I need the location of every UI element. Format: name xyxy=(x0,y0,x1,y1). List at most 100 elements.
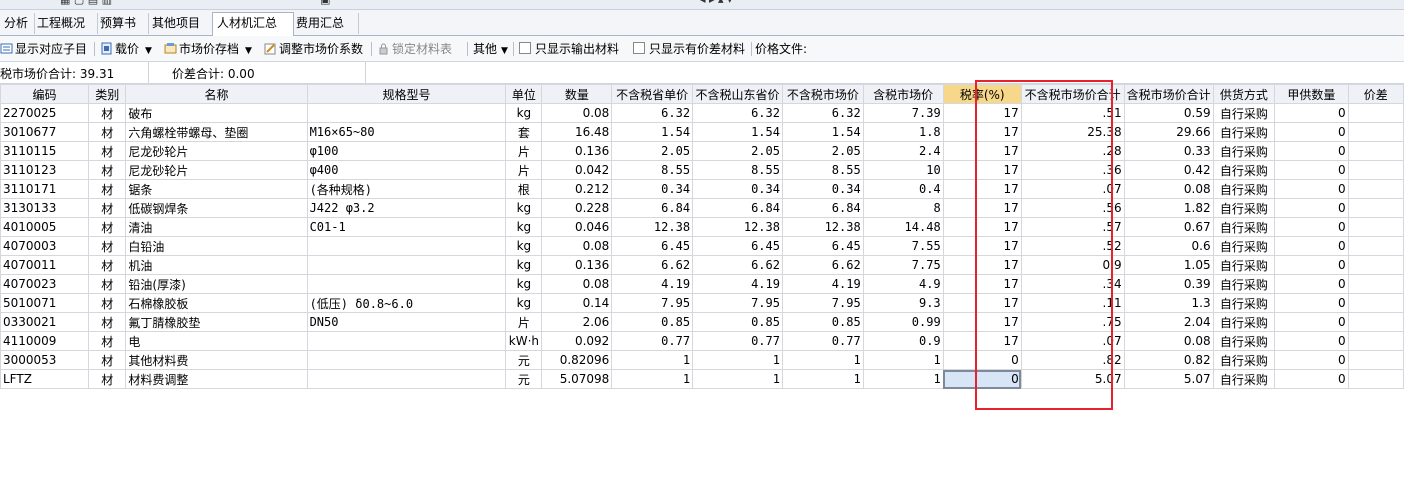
table-cell[interactable]: 6.32 xyxy=(781,103,864,123)
column-header[interactable]: 不含税省单价 xyxy=(611,84,694,104)
table-cell[interactable]: 1 xyxy=(781,350,864,370)
table-cell[interactable] xyxy=(306,350,507,370)
table-row[interactable]: 4070003 材白铅油 kg 0.08 6.45 6.45 6.45 7.55 17.52 0.… xyxy=(0,236,1404,256)
table-cell[interactable]: 8.55 xyxy=(781,160,864,180)
table-cell[interactable]: .28 xyxy=(1020,141,1125,161)
table-cell[interactable]: 1 xyxy=(611,369,694,389)
table-cell[interactable]: 六角螺栓带螺母、垫圈 xyxy=(125,122,308,142)
table-cell[interactable]: 0.042 xyxy=(541,160,613,180)
table-cell[interactable]: 材 xyxy=(87,274,127,294)
table-cell[interactable]: 4110009 xyxy=(0,331,89,351)
table-cell[interactable]: J422 φ3.2 xyxy=(306,198,507,218)
table-cell[interactable]: 1.3 xyxy=(1123,293,1214,313)
table-cell[interactable]: 8 xyxy=(862,198,944,218)
lock-table-button[interactable]: 锁定材料表 xyxy=(377,40,452,58)
table-cell[interactable]: 材 xyxy=(87,331,127,351)
table-cell[interactable]: 17 xyxy=(942,217,1022,237)
table-cell[interactable]: 0.42 xyxy=(1123,160,1214,180)
other-menu-button[interactable]: 其他 ▼ xyxy=(473,40,508,58)
table-cell[interactable]: 自行采购 xyxy=(1212,312,1276,332)
table-cell[interactable]: 材 xyxy=(87,122,127,142)
table-row[interactable]: 4110009 材电 kW·h 0.092 0.77 0.77 0.77 0.9 17.07 0.… xyxy=(0,331,1404,351)
table-cell[interactable]: 0.9 xyxy=(1020,255,1125,275)
table-cell[interactable]: 0 xyxy=(1274,103,1349,123)
table-cell[interactable]: 破布 xyxy=(125,103,308,123)
table-row[interactable]: 3010677 材六角螺栓带螺母、垫圈 M16×65~80 套 16.48 1.54 1.5… xyxy=(0,122,1404,142)
table-cell[interactable]: 2.06 xyxy=(541,312,613,332)
table-cell[interactable]: 25.38 xyxy=(1020,122,1125,142)
table-cell[interactable]: 5.07 xyxy=(1020,369,1125,389)
table-cell[interactable]: 0 xyxy=(942,350,1022,370)
table-cell[interactable]: 1 xyxy=(862,369,944,389)
table-cell[interactable]: 材 xyxy=(87,236,127,256)
table-cell[interactable]: 0.08 xyxy=(541,274,613,294)
table-cell[interactable]: 3110123 xyxy=(0,160,89,180)
table-cell[interactable]: 自行采购 xyxy=(1212,141,1276,161)
table-cell[interactable] xyxy=(1347,141,1404,161)
table-row[interactable]: 3110171 材锯条 (各种规格) 根 0.212 0.34 0.34 0.34 0.4 17.… xyxy=(0,179,1404,199)
column-header[interactable]: 不含税市场价 xyxy=(781,84,864,104)
table-cell[interactable]: 7.55 xyxy=(862,236,944,256)
table-cell[interactable]: .57 xyxy=(1020,217,1125,237)
table-cell[interactable]: 锯条 xyxy=(125,179,308,199)
table-cell[interactable]: 机油 xyxy=(125,255,308,275)
table-cell[interactable]: 材 xyxy=(87,369,127,389)
table-cell[interactable] xyxy=(1347,179,1404,199)
table-cell[interactable]: 片 xyxy=(505,141,543,161)
table-cell[interactable]: kg xyxy=(505,236,543,256)
table-cell[interactable] xyxy=(1347,236,1404,256)
table-cell[interactable]: 0 xyxy=(1274,331,1349,351)
table-cell[interactable]: 材 xyxy=(87,312,127,332)
column-header[interactable]: 不含税山东省价 xyxy=(692,84,783,104)
table-cell[interactable]: 5010071 xyxy=(0,293,89,313)
table-cell[interactable]: 根 xyxy=(505,179,543,199)
table-cell[interactable]: 0.85 xyxy=(781,312,864,332)
table-cell[interactable]: 4.9 xyxy=(862,274,944,294)
table-cell[interactable]: 片 xyxy=(505,312,543,332)
table-row[interactable]: 2270025 材破布 kg 0.08 6.32 6.32 6.32 7.39 17.51 0.5… xyxy=(0,103,1404,123)
table-row[interactable]: 3110123 材尼龙砂轮片 φ400 片 0.042 8.55 8.55 8.55 10 17.… xyxy=(0,160,1404,180)
table-cell[interactable]: 12.38 xyxy=(781,217,864,237)
column-header[interactable]: 单位 xyxy=(505,84,543,104)
table-cell[interactable]: 元 xyxy=(505,350,543,370)
table-cell[interactable]: 3110115 xyxy=(0,141,89,161)
table-cell[interactable]: 0.6 xyxy=(1123,236,1214,256)
table-cell[interactable]: 4.19 xyxy=(692,274,783,294)
table-cell[interactable]: 6.62 xyxy=(611,255,694,275)
table-cell[interactable]: 4070003 xyxy=(0,236,89,256)
table-cell[interactable]: 6.62 xyxy=(781,255,864,275)
table-cell[interactable]: 清油 xyxy=(125,217,308,237)
table-cell[interactable]: 氟丁腈橡胶垫 xyxy=(125,312,308,332)
table-cell[interactable]: 6.45 xyxy=(781,236,864,256)
table-cell[interactable]: 材 xyxy=(87,160,127,180)
table-cell[interactable]: 1 xyxy=(611,350,694,370)
table-cell[interactable]: 4070023 xyxy=(0,274,89,294)
table-cell[interactable]: 材 xyxy=(87,198,127,218)
table-cell[interactable]: 17 xyxy=(942,160,1022,180)
table-cell[interactable]: 2.05 xyxy=(692,141,783,161)
table-cell[interactable]: 17 xyxy=(942,179,1022,199)
table-cell[interactable]: 0.39 xyxy=(1123,274,1214,294)
table-cell[interactable]: 7.75 xyxy=(862,255,944,275)
column-header[interactable]: 含税市场价 xyxy=(862,84,944,104)
table-row[interactable]: 3130133 材低碳钢焊条 J422 φ3.2 kg 0.228 6.84 6.84 6.8… xyxy=(0,198,1404,218)
table-cell[interactable]: 2270025 xyxy=(0,103,89,123)
table-cell[interactable]: LFTZ xyxy=(0,369,89,389)
table-cell[interactable]: .07 xyxy=(1020,331,1125,351)
table-cell[interactable]: 6.84 xyxy=(692,198,783,218)
table-cell[interactable]: 材 xyxy=(87,179,127,199)
table-cell[interactable]: 0.136 xyxy=(541,141,613,161)
table-cell[interactable]: 0 xyxy=(1274,160,1349,180)
table-cell[interactable]: 8.55 xyxy=(611,160,694,180)
table-cell[interactable]: 0.33 xyxy=(1123,141,1214,161)
table-cell[interactable]: .82 xyxy=(1020,350,1125,370)
table-cell[interactable]: 材料费调整 xyxy=(125,369,308,389)
table-cell[interactable]: 0.092 xyxy=(541,331,613,351)
table-cell[interactable]: 0.046 xyxy=(541,217,613,237)
table-cell[interactable] xyxy=(1347,369,1404,389)
table-cell[interactable]: 9.3 xyxy=(862,293,944,313)
table-cell[interactable]: 7.95 xyxy=(611,293,694,313)
table-cell[interactable]: 12.38 xyxy=(692,217,783,237)
table-cell[interactable]: 0 xyxy=(1274,141,1349,161)
table-cell[interactable] xyxy=(306,255,507,275)
